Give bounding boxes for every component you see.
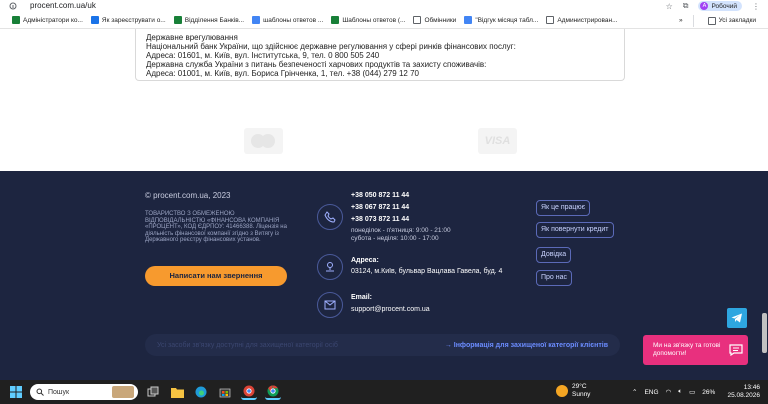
- sheets-icon: [331, 16, 340, 24]
- file-explorer-icon[interactable]: [169, 384, 185, 400]
- menu-icon[interactable]: ⋮: [752, 2, 760, 11]
- wifi-icon[interactable]: ◠: [666, 388, 672, 396]
- location-icon: [317, 254, 343, 280]
- chat-widget-text: Ми на зв'язку та готові допомогти!: [653, 342, 721, 357]
- address-label: Адреса:: [351, 257, 379, 264]
- chat-icon: [729, 344, 743, 356]
- bookmark-item[interactable]: Як зареєструвати о...: [87, 13, 170, 28]
- bookmarks-right: » Усі закладки: [679, 12, 760, 29]
- taskbar-search[interactable]: Пошук: [30, 384, 138, 400]
- bookmark-item[interactable]: шаблоны ответов ...: [248, 13, 327, 28]
- protected-category-bar: Усі засоби зв'язку доступні для захищено…: [145, 334, 620, 356]
- company-info: ТОВАРИСТВО З ОБМЕЖЕНОЮ ВІДПОВІДАЛЬНІСТЮ …: [145, 211, 295, 244]
- folder-icon: [546, 16, 555, 24]
- bookmark-item[interactable]: Адміністратори ко...: [8, 13, 87, 28]
- visa-logo: VISA: [478, 128, 517, 154]
- protected-category-text: Усі засоби зв'язку доступні для захищено…: [157, 341, 338, 349]
- info-line: Національний банк України, що здійснює д…: [146, 42, 516, 51]
- language-indicator[interactable]: ENG: [644, 389, 658, 396]
- all-bookmarks-button[interactable]: Усі закладки: [704, 13, 760, 28]
- copyright: © procent.com.ua, 2023: [145, 191, 231, 200]
- clock-date: 25.08.2026: [727, 392, 760, 399]
- email-label: Email:: [351, 294, 373, 301]
- system-tray: ⌃ ENG ◠ 🔈︎ ▭ 26%: [632, 380, 715, 404]
- clock-time: 13:46: [743, 384, 760, 391]
- info-line: Адреса: 01001, м. Київ, вул. Бориса Грiн…: [146, 69, 419, 78]
- phone-link[interactable]: +38 073 872 11 44: [351, 214, 409, 226]
- task-view-icon[interactable]: [145, 384, 161, 400]
- web-page: Державне врегулювання Національний банк …: [0, 29, 768, 380]
- chat-widget-button[interactable]: Ми на зв'язку та готові допомогти!: [643, 335, 748, 365]
- profile-avatar: А: [700, 2, 709, 10]
- search-highlight-image: [112, 386, 134, 398]
- store-icon[interactable]: [217, 384, 233, 400]
- site-footer: © procent.com.ua, 2023 ТОВАРИСТВО З ОБМЕ…: [0, 171, 768, 380]
- info-line: Адреса: 01601, м. Київ, вул. Інститутськ…: [146, 51, 380, 60]
- telegram-button[interactable]: [727, 308, 747, 328]
- site-info-icon[interactable]: [8, 1, 18, 11]
- profile-label: Робочий: [711, 2, 737, 10]
- bookmark-item[interactable]: Відділення Банків...: [170, 13, 248, 28]
- email-icon: [317, 292, 343, 318]
- bookmark-star-icon[interactable]: ☆: [666, 2, 673, 11]
- bookmark-item[interactable]: "Відгук місяця табл...: [460, 13, 542, 28]
- page-scrollbar[interactable]: [762, 313, 767, 353]
- volume-icon[interactable]: 🔈︎: [678, 388, 682, 396]
- windows-taskbar: Пошук 29°C Sunny ⌃ ENG ◠ 🔈︎ ▭ 26% 13:46 …: [0, 380, 768, 404]
- search-placeholder: Пошук: [48, 388, 70, 396]
- bookmarks-bar: Адміністратори ко... Як зареєструвати о.…: [0, 12, 768, 29]
- address-bar: procent.com.ua/uk ☆ ⧉ А Робочий ⋮: [0, 0, 768, 12]
- divider: [692, 14, 694, 27]
- weather-temp: 29°C: [572, 383, 587, 390]
- how-to-repay-link[interactable]: Як повернути кредит: [536, 222, 614, 238]
- working-hours: понеділок - п'ятниця: 9:00 - 21:00 субот…: [351, 227, 451, 242]
- profile-button[interactable]: А Робочий: [698, 1, 742, 11]
- taskbar-apps: [145, 384, 281, 400]
- bookmark-item[interactable]: Шаблоны ответов (...: [327, 13, 409, 28]
- folder-icon: [707, 16, 716, 25]
- doc-icon: [464, 16, 473, 24]
- info-line: Державна служба України з питань безпече…: [146, 60, 487, 69]
- taskbar-clock[interactable]: 13:46 25.08.2026: [727, 384, 760, 400]
- regulation-info-box: Державне врегулювання Національний банк …: [135, 29, 625, 81]
- address-bar-actions: ☆ ⧉ А Робочий ⋮: [666, 0, 760, 12]
- phone-list: +38 050 872 11 44 +38 067 872 11 44 +38 …: [351, 190, 409, 226]
- edge-icon[interactable]: [193, 384, 209, 400]
- info-line: Державне врегулювання: [146, 33, 238, 42]
- chrome-red-icon[interactable]: [241, 384, 257, 400]
- help-link[interactable]: Довідка: [536, 247, 572, 263]
- extensions-icon[interactable]: ⧉: [683, 1, 689, 11]
- sun-icon: [556, 385, 568, 397]
- address-value: 03124, м.Київ, бульвар Вацлава Гавела, б…: [351, 268, 503, 275]
- content-area: Державне врегулювання Національний банк …: [0, 29, 768, 171]
- chrome-icon[interactable]: [265, 384, 281, 400]
- weather-widget[interactable]: 29°C Sunny: [556, 383, 590, 399]
- bookmark-item[interactable]: Администрирован...: [542, 13, 621, 28]
- email-link[interactable]: support@procent.com.ua: [351, 306, 430, 313]
- bookmark-item[interactable]: Обмінники: [409, 13, 460, 28]
- weather-desc: Sunny: [572, 391, 591, 398]
- payment-logos: VISA: [0, 128, 768, 154]
- mastercard-logo-icon: [244, 128, 283, 154]
- url-text[interactable]: procent.com.ua/uk: [30, 0, 96, 12]
- sheets-icon: [12, 16, 20, 24]
- how-it-works-link[interactable]: Як це працює: [536, 200, 591, 216]
- phone-link[interactable]: +38 050 872 11 44: [351, 190, 409, 202]
- doc-icon: [90, 16, 99, 24]
- bookmarks-overflow-button[interactable]: »: [679, 17, 683, 24]
- battery-icon[interactable]: ▭: [689, 388, 695, 396]
- phone-link[interactable]: +38 067 872 11 44: [351, 202, 409, 214]
- phone-icon: [317, 204, 343, 230]
- telegram-icon: [731, 313, 742, 323]
- about-link[interactable]: Про нас: [536, 270, 573, 286]
- sheets-icon: [173, 16, 182, 24]
- write-appeal-button[interactable]: Написати нам звернення: [145, 266, 287, 286]
- protected-category-link[interactable]: → Інформація для захищеної категорії клі…: [445, 342, 608, 349]
- battery-percent: 26%: [702, 388, 716, 396]
- tray-overflow-icon[interactable]: ⌃: [632, 388, 637, 396]
- bank-icon: [413, 16, 422, 24]
- search-icon: [36, 388, 44, 396]
- doc-icon: [252, 16, 261, 24]
- windows-start-icon[interactable]: [10, 386, 22, 398]
